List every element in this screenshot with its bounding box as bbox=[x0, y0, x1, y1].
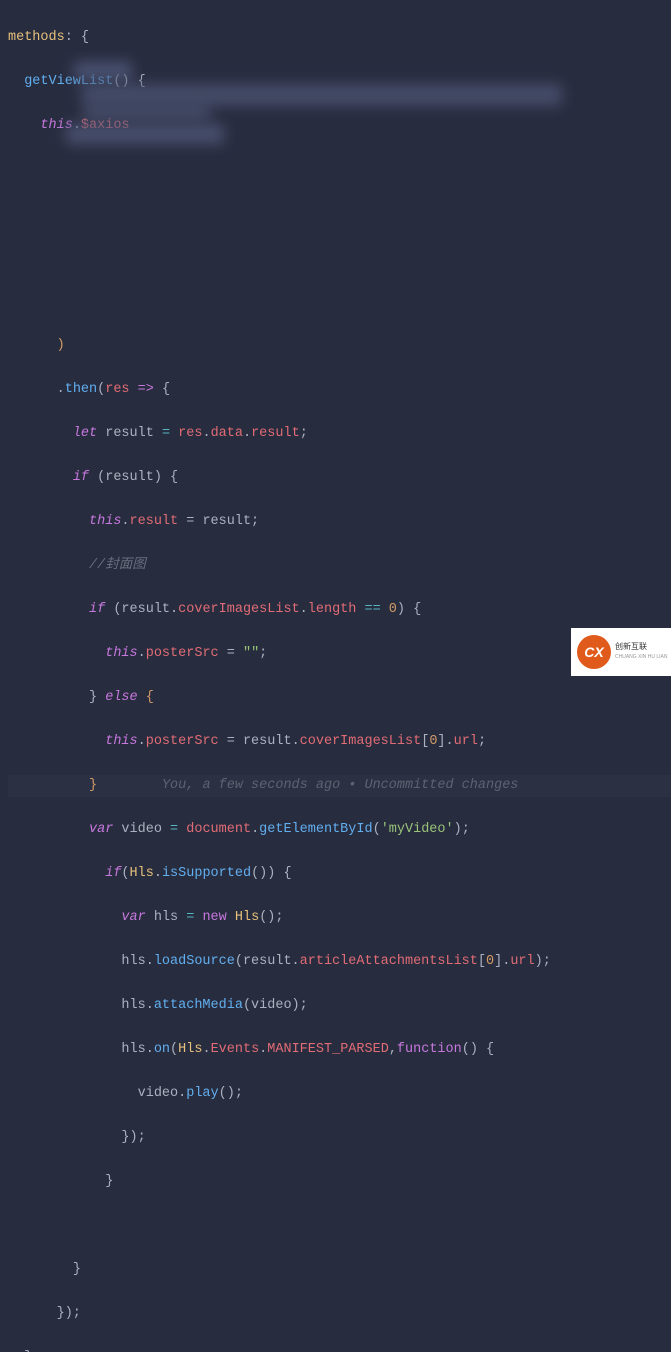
code-line: if(Hls.isSupported()) { bbox=[8, 863, 671, 885]
code-line: }); bbox=[8, 1303, 671, 1325]
code-line: } bbox=[8, 1259, 671, 1281]
code-line: //封面图 bbox=[8, 555, 671, 577]
code-line: hls.on(Hls.Events.MANIFEST_PARSED,functi… bbox=[8, 1039, 671, 1061]
code-line: } bbox=[8, 1171, 671, 1193]
logo-icon: CX bbox=[577, 635, 611, 669]
redacted-region bbox=[74, 62, 132, 80]
code-line: let result = res.data.result; bbox=[8, 423, 671, 445]
code-line: }, bbox=[8, 1347, 671, 1352]
redacted-region bbox=[84, 107, 210, 119]
code-line: if (result.coverImagesList.length == 0) … bbox=[8, 599, 671, 621]
code-line: hls.loadSource(result.articleAttachments… bbox=[8, 951, 671, 973]
code-line-current: } You, a few seconds ago • Uncommitted c… bbox=[8, 775, 671, 797]
code-line: video.play(); bbox=[8, 1083, 671, 1105]
code-line bbox=[8, 203, 671, 225]
code-line: var video = document.getElementById('myV… bbox=[8, 819, 671, 841]
code-line: if (result) { bbox=[8, 467, 671, 489]
code-line: this.result = result; bbox=[8, 511, 671, 533]
code-line bbox=[8, 291, 671, 313]
code-line bbox=[8, 247, 671, 269]
redacted-region bbox=[66, 124, 224, 144]
code-line: this.posterSrc = result.coverImagesList[… bbox=[8, 731, 671, 753]
code-line bbox=[8, 159, 671, 181]
git-blame-annotation: You, a few seconds ago • Uncommitted cha… bbox=[162, 778, 518, 793]
redacted-region bbox=[82, 84, 562, 106]
code-line bbox=[8, 1215, 671, 1237]
code-line: .then(res => { bbox=[8, 379, 671, 401]
code-line: methods: { bbox=[8, 27, 671, 49]
watermark-logo: CX 创新互联 CHUANG XIN HU LIAN bbox=[571, 628, 671, 676]
code-line: }); bbox=[8, 1127, 671, 1149]
code-line: } else { bbox=[8, 687, 671, 709]
logo-text: 创新互联 CHUANG XIN HU LIAN bbox=[615, 642, 668, 662]
code-line: ) bbox=[8, 335, 671, 357]
code-editor[interactable]: methods: { getViewList() { this.$axios )… bbox=[0, 0, 671, 1352]
code-line: hls.attachMedia(video); bbox=[8, 995, 671, 1017]
code-line: var hls = new Hls(); bbox=[8, 907, 671, 929]
